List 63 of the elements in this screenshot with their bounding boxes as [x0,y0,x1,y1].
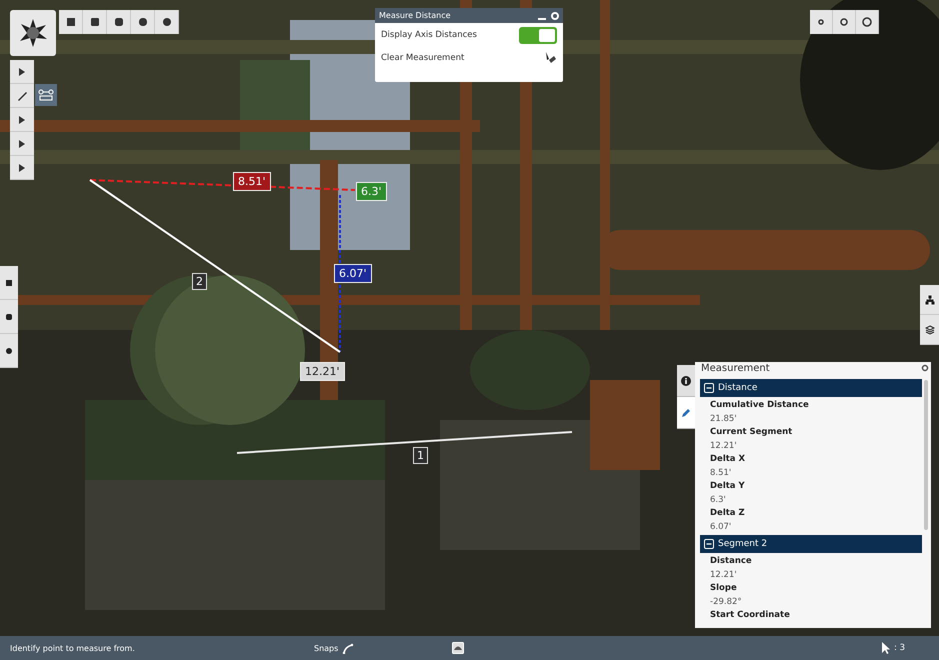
hierarchy-icon [924,294,934,304]
view-icon [452,642,464,654]
star-logo-icon [17,17,49,49]
toolbar-button[interactable] [810,10,833,34]
status-message: Identify point to measure from. [10,644,136,652]
layers-icon [924,324,934,334]
field-label: Distance [709,555,752,568]
distance-label: 12.21' [300,362,345,381]
snaps-button[interactable]: Snaps [314,642,452,654]
tool-icon [4,346,14,356]
tool-icon [16,90,28,102]
measure-distance-button[interactable] [35,84,57,106]
distance-label: 6.07' [334,264,372,283]
ruler-icon [38,89,54,101]
tool-icon [88,16,100,28]
field-label: Current Segment [709,426,792,439]
section-header[interactable]: Distance [700,379,922,397]
tool-icon [4,278,14,288]
option-label: Clear Measurement [381,53,464,63]
field-value: 21.85' [709,413,737,426]
info-icon [681,376,691,386]
field-label: Delta X [709,453,746,466]
toolbar-button[interactable] [59,10,83,34]
tool-icon [838,16,850,28]
field-label: Slope [709,582,737,595]
pencil-icon [681,408,691,418]
cursor-icon [881,641,892,655]
tool-icon [112,16,124,28]
snap-icon [342,642,354,654]
panel-tab[interactable] [677,365,695,397]
distance-label: 2 [192,273,207,290]
collapse-icon [704,383,714,393]
field-label: Delta Y [709,480,745,493]
field-label: Start Coordinate [709,609,790,622]
settings-icon[interactable] [921,364,929,372]
distance-label: 1 [413,447,428,464]
field-value: -29.82° [709,596,742,609]
tool-icon [861,16,873,28]
tool-icon [136,16,148,28]
selection-count: : 3 [894,643,905,653]
tool-icon [160,16,172,28]
distance-label: 8.51' [233,172,271,191]
clear-button[interactable] [543,51,557,65]
field-value: 12.21' [709,440,737,453]
panel-title: Measurement [700,362,771,376]
field-label: Delta Z [709,507,745,520]
app-menu-button[interactable] [10,10,56,56]
field-value: 6.3' [709,494,726,507]
field-value: 6.07' [709,521,732,534]
field-label: Cumulative Distance [709,399,809,412]
section-header[interactable]: Segment 2 [700,535,922,553]
toggle-switch[interactable] [519,26,557,44]
field-value: 8.51' [709,467,732,480]
tool-icon [64,16,76,28]
dialog-title: Measure Distance [379,11,451,20]
option-label: Display Axis Distances [381,30,477,40]
tool-icon [4,312,14,322]
toolbar-button[interactable] [10,60,34,84]
field-value: 12.21' [709,569,737,582]
distance-label: 6.3' [356,182,387,201]
eraser-icon [543,51,557,65]
collapse-icon [704,539,714,549]
view-button[interactable] [452,642,464,654]
